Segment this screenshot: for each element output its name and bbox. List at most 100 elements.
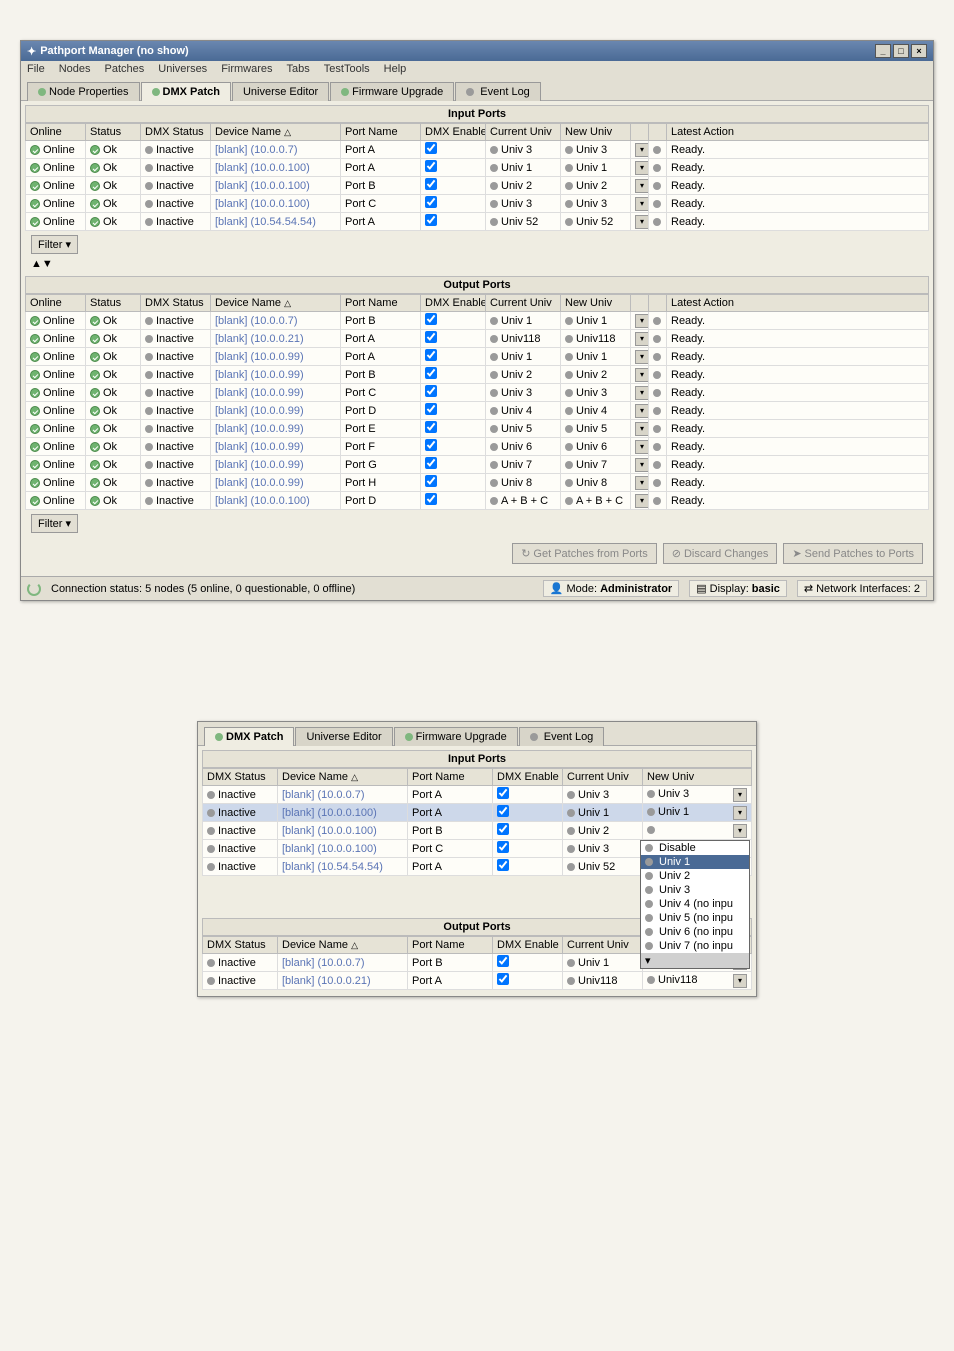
table-row[interactable]: Inactive[blank] (10.0.0.7)Port AUniv 3Un… [203, 786, 752, 804]
device-link[interactable]: [blank] (10.0.0.21) [215, 333, 304, 345]
dmx-enable-checkbox[interactable] [425, 196, 437, 208]
dmx-enable-checkbox[interactable] [425, 349, 437, 361]
col-current-univ[interactable]: Current Univ [563, 769, 643, 786]
device-link[interactable]: [blank] (10.0.0.99) [215, 477, 304, 489]
dmx-enable-checkbox[interactable] [497, 955, 509, 967]
sort-toggle-icon[interactable]: ▲▼ [31, 258, 53, 270]
device-link[interactable]: [blank] (10.0.0.21) [282, 975, 371, 987]
col-port-name[interactable]: Port Name [341, 295, 421, 312]
device-link[interactable]: [blank] (10.0.0.99) [215, 405, 304, 417]
dmx-enable-checkbox[interactable] [425, 403, 437, 415]
dmx-enable-checkbox[interactable] [425, 214, 437, 226]
device-link[interactable]: [blank] (10.54.54.54) [215, 216, 316, 228]
menu-tabs[interactable]: Tabs [287, 63, 310, 75]
table-row[interactable]: Inactive[blank] (10.0.0.100)Port AUniv 1… [203, 804, 752, 822]
dmx-enable-checkbox[interactable] [425, 421, 437, 433]
col-device-name[interactable]: Device Name △ [278, 937, 408, 954]
col-dmx-enable[interactable]: DMX Enable [493, 937, 563, 954]
table-row[interactable]: OnlineOkInactive[blank] (10.0.0.21)Port … [26, 330, 929, 348]
table-row[interactable]: OnlineOkInactive[blank] (10.0.0.100)Port… [26, 159, 929, 177]
col-dmx-status[interactable]: DMX Status [141, 295, 211, 312]
dropdown-button[interactable]: ▾ [635, 197, 649, 211]
tab-dmx-patch[interactable]: DMX Patch [204, 727, 294, 746]
filter-button[interactable]: Filter ▾ [31, 514, 78, 533]
device-link[interactable]: [blank] (10.0.0.99) [215, 459, 304, 471]
dmx-enable-checkbox[interactable] [425, 331, 437, 343]
menu-testtools[interactable]: TestTools [324, 63, 370, 75]
tab-universe-editor[interactable]: Universe Editor [295, 727, 392, 746]
table-row[interactable]: OnlineOkInactive[blank] (10.0.0.100)Port… [26, 177, 929, 195]
col-current-univ[interactable]: Current Univ [563, 937, 643, 954]
dropdown-button[interactable]: ▾ [733, 788, 747, 802]
col-current-univ[interactable]: Current Univ [486, 124, 561, 141]
col-dmx-enable[interactable]: DMX Enable [421, 124, 486, 141]
dropdown-scroll-down[interactable]: ▾ [641, 953, 749, 968]
dmx-enable-checkbox[interactable] [425, 313, 437, 325]
dmx-enable-checkbox[interactable] [425, 385, 437, 397]
dropdown-button[interactable]: ▾ [733, 806, 747, 820]
send-patches-button[interactable]: ➤Send Patches to Ports [783, 543, 923, 564]
dropdown-option[interactable]: Univ 2 [641, 869, 749, 883]
dropdown-button[interactable]: ▾ [635, 143, 649, 157]
dropdown-option[interactable]: Disable [641, 841, 749, 855]
dropdown-option[interactable]: Univ 1 [641, 855, 749, 869]
dropdown-button[interactable]: ▾ [635, 350, 649, 364]
col-dmx-status[interactable]: DMX Status [203, 769, 278, 786]
dmx-enable-checkbox[interactable] [425, 457, 437, 469]
dmx-enable-checkbox[interactable] [497, 805, 509, 817]
dropdown-button[interactable]: ▾ [635, 476, 649, 490]
menu-patches[interactable]: Patches [105, 63, 145, 75]
maximize-button[interactable]: □ [893, 44, 909, 58]
col-online[interactable]: Online [26, 124, 86, 141]
dropdown-button[interactable]: ▾ [635, 332, 649, 346]
menu-firmwares[interactable]: Firmwares [221, 63, 272, 75]
table-row[interactable]: OnlineOkInactive[blank] (10.0.0.99)Port … [26, 402, 929, 420]
device-link[interactable]: [blank] (10.0.0.100) [282, 807, 377, 819]
dropdown-button[interactable]: ▾ [733, 974, 747, 988]
dmx-enable-checkbox[interactable] [425, 178, 437, 190]
device-link[interactable]: [blank] (10.0.0.100) [215, 495, 310, 507]
get-patches-button[interactable]: ↻Get Patches from Ports [512, 543, 657, 564]
table-row[interactable]: OnlineOkInactive[blank] (10.0.0.100)Port… [26, 195, 929, 213]
device-link[interactable]: [blank] (10.0.0.100) [215, 180, 310, 192]
table-row[interactable]: OnlineOkInactive[blank] (10.0.0.100)Port… [26, 492, 929, 510]
dmx-enable-checkbox[interactable] [425, 160, 437, 172]
col-dmx-enable[interactable]: DMX Enable [493, 769, 563, 786]
tab-event-log[interactable]: Event Log [455, 82, 541, 101]
tab-firmware-upgrade[interactable]: Firmware Upgrade [394, 727, 518, 746]
dropdown-button[interactable]: ▾ [635, 440, 649, 454]
device-link[interactable]: [blank] (10.0.0.99) [215, 369, 304, 381]
dropdown-button[interactable]: ▾ [733, 824, 747, 838]
mode-status[interactable]: 👤Mode: Administrator [543, 580, 679, 597]
col-port-name[interactable]: Port Name [408, 937, 493, 954]
dropdown-option[interactable]: Univ 6 (no inpu [641, 925, 749, 939]
menu-nodes[interactable]: Nodes [59, 63, 91, 75]
device-link[interactable]: [blank] (10.0.0.100) [282, 825, 377, 837]
tab-dmx-patch[interactable]: DMX Patch [141, 82, 231, 101]
dmx-enable-checkbox[interactable] [425, 367, 437, 379]
tab-event-log[interactable]: Event Log [519, 727, 605, 746]
filter-button[interactable]: Filter ▾ [31, 235, 78, 254]
dropdown-option[interactable]: Univ 3 [641, 883, 749, 897]
dropdown-button[interactable]: ▾ [635, 314, 649, 328]
menu-file[interactable]: File [27, 63, 45, 75]
col-latest-action[interactable]: Latest Action [667, 295, 929, 312]
col-new-univ[interactable]: New Univ [643, 769, 752, 786]
device-link[interactable]: [blank] (10.0.0.99) [215, 387, 304, 399]
dmx-enable-checkbox[interactable] [497, 823, 509, 835]
table-row[interactable]: OnlineOkInactive[blank] (10.0.0.99)Port … [26, 384, 929, 402]
col-dmx-status[interactable]: DMX Status [141, 124, 211, 141]
col-port-name[interactable]: Port Name [341, 124, 421, 141]
col-device-name[interactable]: Device Name △ [278, 769, 408, 786]
dropdown-button[interactable]: ▾ [635, 458, 649, 472]
menu-help[interactable]: Help [384, 63, 407, 75]
dmx-enable-checkbox[interactable] [425, 493, 437, 505]
table-row[interactable]: OnlineOkInactive[blank] (10.0.0.99)Port … [26, 348, 929, 366]
table-row[interactable]: OnlineOkInactive[blank] (10.0.0.99)Port … [26, 456, 929, 474]
dropdown-button[interactable]: ▾ [635, 404, 649, 418]
dmx-enable-checkbox[interactable] [425, 475, 437, 487]
display-status[interactable]: ▤Display: basic [689, 580, 787, 597]
dropdown-button[interactable]: ▾ [635, 179, 649, 193]
table-row[interactable]: OnlineOkInactive[blank] (10.54.54.54)Por… [26, 213, 929, 231]
dmx-enable-checkbox[interactable] [425, 439, 437, 451]
